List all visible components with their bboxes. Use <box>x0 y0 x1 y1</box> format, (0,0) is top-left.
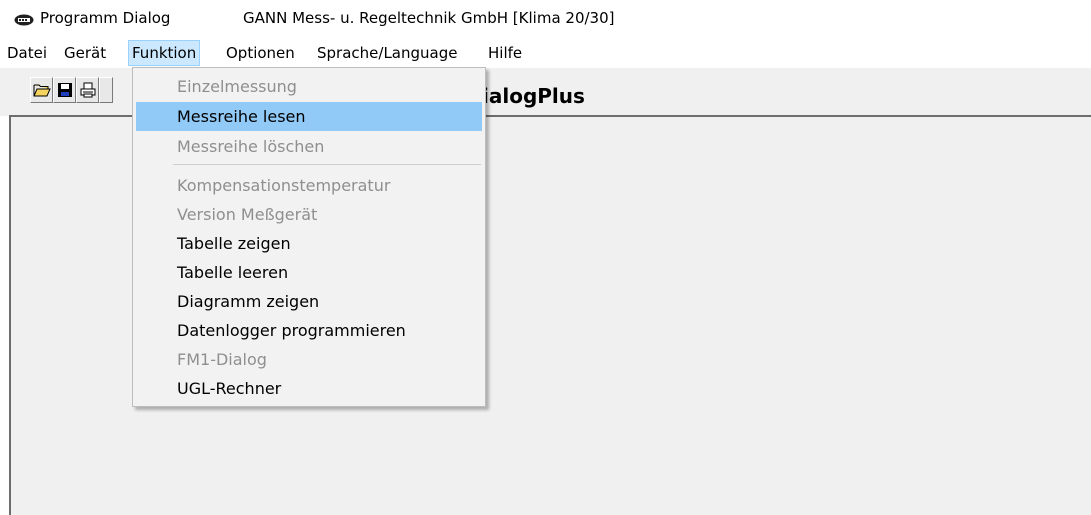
menu-bar: Datei Gerät Funktion Optionen Sprache/La… <box>0 40 1091 66</box>
funktion-menu: Einzelmessung Messreihe lesen Messreihe … <box>132 67 486 407</box>
gann-app-icon[interactable] <box>14 12 34 26</box>
document-title: GANN Mess- u. Regeltechnik GmbH [Klima 2… <box>243 9 615 27</box>
menu-item-einzelmessung[interactable]: Einzelmessung <box>136 72 482 101</box>
menu-item-version-messgeraet[interactable]: Version Meßgerät <box>136 200 482 229</box>
menu-separator <box>173 164 481 165</box>
menu-item-tabelle-leeren[interactable]: Tabelle leeren <box>136 258 482 287</box>
menu-item-kompensationstemperatur[interactable]: Kompensationstemperatur <box>136 171 482 200</box>
print-button[interactable] <box>76 77 99 103</box>
menu-item-tabelle-zeigen[interactable]: Tabelle zeigen <box>136 229 482 258</box>
toolbar-button-partial[interactable] <box>99 77 113 103</box>
menu-item-ugl-rechner[interactable]: UGL-Rechner <box>136 374 482 403</box>
menu-geraet[interactable]: Gerät <box>61 40 109 66</box>
save-button[interactable] <box>53 77 76 103</box>
header-title: ialogPlus <box>482 84 585 108</box>
menu-item-messreihe-lesen[interactable]: Messreihe lesen <box>136 102 482 131</box>
title-bar: Programm Dialog GANN Mess- u. Regeltechn… <box>0 0 1091 38</box>
menu-funktion[interactable]: Funktion <box>128 40 201 66</box>
menu-hilfe[interactable]: Hilfe <box>485 40 525 66</box>
menu-optionen[interactable]: Optionen <box>223 40 298 66</box>
menu-sprache-language[interactable]: Sprache/Language <box>314 40 460 66</box>
open-folder-icon <box>33 84 51 97</box>
menu-item-fm1-dialog[interactable]: FM1-Dialog <box>136 345 482 374</box>
open-button[interactable] <box>30 77 53 103</box>
menu-item-messreihe-loeschen[interactable]: Messreihe löschen <box>136 132 482 161</box>
window-title: Programm Dialog <box>40 9 171 27</box>
save-disk-icon <box>58 83 72 97</box>
menu-datei[interactable]: Datei <box>4 40 50 66</box>
menu-item-datenlogger-programmieren[interactable]: Datenlogger programmieren <box>136 316 482 345</box>
menu-item-diagramm-zeigen[interactable]: Diagramm zeigen <box>136 287 482 316</box>
print-icon <box>80 82 96 98</box>
